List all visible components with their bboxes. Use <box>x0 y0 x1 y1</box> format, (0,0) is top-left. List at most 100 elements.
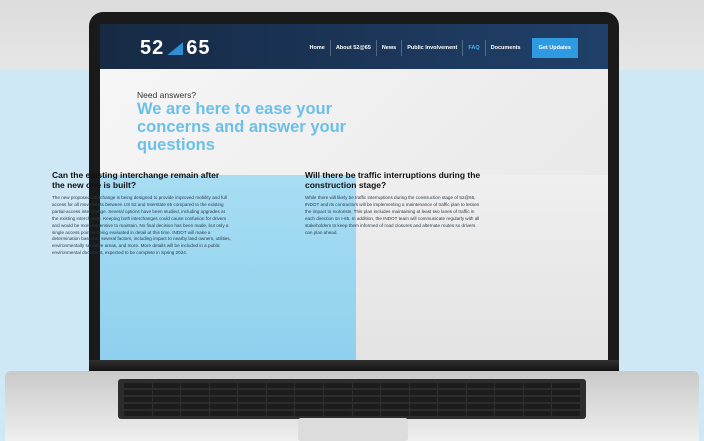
keyboard-key <box>552 397 580 402</box>
keyboard-key <box>352 390 381 395</box>
keyboard-key <box>495 397 523 402</box>
keyboard-key <box>295 390 323 395</box>
keyboard-key <box>152 397 181 402</box>
keyboard-key <box>266 404 295 409</box>
keyboard-key <box>266 411 295 416</box>
keyboard-key <box>438 404 466 409</box>
keyboard-row <box>124 397 580 402</box>
keyboard-key <box>209 390 238 395</box>
keyboard-key <box>323 404 352 409</box>
keyboard-key <box>352 397 381 402</box>
keyboard-key <box>381 404 409 409</box>
keyboard-key <box>466 404 495 409</box>
keyboard-key <box>352 383 381 388</box>
logo-text-left: 52 <box>140 37 165 59</box>
laptop-trackpad <box>298 418 408 441</box>
keyboard-key <box>495 404 523 409</box>
keyboard-row <box>124 404 580 409</box>
keyboard-key <box>209 411 238 416</box>
keyboard-row <box>124 390 580 395</box>
nav-item-faq[interactable]: FAQ <box>462 40 484 56</box>
keyboard-key <box>352 404 381 409</box>
keyboard-key <box>266 383 295 388</box>
keyboard-key <box>181 390 209 395</box>
nav-item-documents[interactable]: Documents <box>484 40 526 56</box>
keyboard-key <box>409 411 438 416</box>
logo-mark-icon <box>167 42 184 55</box>
hero-headline: We are here to ease your concerns and an… <box>137 100 347 154</box>
keyboard-key <box>466 411 495 416</box>
keyboard-key <box>124 404 152 409</box>
keyboard-key <box>209 404 238 409</box>
keyboard-key <box>152 404 181 409</box>
keyboard-key <box>381 390 409 395</box>
keyboard-key <box>209 397 238 402</box>
keyboard-key <box>181 411 209 416</box>
keyboard-key <box>238 404 266 409</box>
keyboard-key <box>495 390 523 395</box>
keyboard-key <box>552 383 580 388</box>
keyboard-key <box>552 411 580 416</box>
faq-answer-1: The new proposed interchange is being de… <box>52 195 231 256</box>
keyboard-key <box>124 397 152 402</box>
keyboard-key <box>323 411 352 416</box>
keyboard-key <box>466 397 495 402</box>
main-nav: Home About 52@65 News Public Involvement… <box>305 38 578 58</box>
keyboard-key <box>438 411 466 416</box>
keyboard-row <box>124 411 580 416</box>
nav-item-public-involvement[interactable]: Public Involvement <box>401 40 462 56</box>
keyboard-key <box>266 390 295 395</box>
faq-answer-2: While there will likely be traffic inter… <box>305 195 480 235</box>
keyboard-key <box>295 383 323 388</box>
keyboard-row <box>124 383 580 388</box>
keyboard-key <box>295 404 323 409</box>
keyboard-key <box>323 383 352 388</box>
keyboard-key <box>523 383 552 388</box>
keyboard-key <box>323 390 352 395</box>
keyboard-key <box>181 383 209 388</box>
keyboard-key <box>523 390 552 395</box>
nav-item-about[interactable]: About 52@65 <box>329 40 376 56</box>
keyboard-key <box>523 404 552 409</box>
keyboard-key <box>381 411 409 416</box>
faq-question-2: Will there be traffic interruptions duri… <box>305 170 481 190</box>
keyboard-key <box>552 404 580 409</box>
keyboard-key <box>238 390 266 395</box>
keyboard-key <box>295 411 323 416</box>
keyboard-key <box>495 383 523 388</box>
keyboard-key <box>438 397 466 402</box>
keyboard-key <box>152 383 181 388</box>
keyboard-key <box>152 411 181 416</box>
nav-item-news[interactable]: News <box>375 40 401 56</box>
site-header: 52 65 Home About 52@65 News Public Involv… <box>100 24 608 69</box>
logo-text-right: 65 <box>186 37 211 59</box>
keyboard-key <box>409 390 438 395</box>
keyboard-key <box>323 397 352 402</box>
keyboard-key <box>409 397 438 402</box>
keyboard-key <box>466 390 495 395</box>
keyboard-key <box>409 383 438 388</box>
faq-question-1: Can the existing interchange remain afte… <box>52 170 220 190</box>
keyboard-key <box>523 411 552 416</box>
keyboard-key <box>181 404 209 409</box>
laptop-screen: 52 65 Home About 52@65 News Public Involv… <box>100 24 608 360</box>
keyboard-key <box>124 383 152 388</box>
keyboard-key <box>552 390 580 395</box>
keyboard-key <box>238 411 266 416</box>
site-logo[interactable]: 52 65 <box>140 37 211 60</box>
keyboard-key <box>266 397 295 402</box>
keyboard-key <box>295 397 323 402</box>
keyboard-key <box>381 383 409 388</box>
keyboard-key <box>438 390 466 395</box>
keyboard-key <box>523 397 552 402</box>
keyboard-key <box>209 383 238 388</box>
keyboard-key <box>152 390 181 395</box>
keyboard-key <box>438 383 466 388</box>
keyboard-key <box>124 411 152 416</box>
keyboard-key <box>352 411 381 416</box>
keyboard-key <box>238 383 266 388</box>
get-updates-button[interactable]: Get Updates <box>531 38 578 58</box>
keyboard-key <box>124 390 152 395</box>
keyboard-key <box>238 397 266 402</box>
nav-item-home[interactable]: Home <box>305 40 330 56</box>
